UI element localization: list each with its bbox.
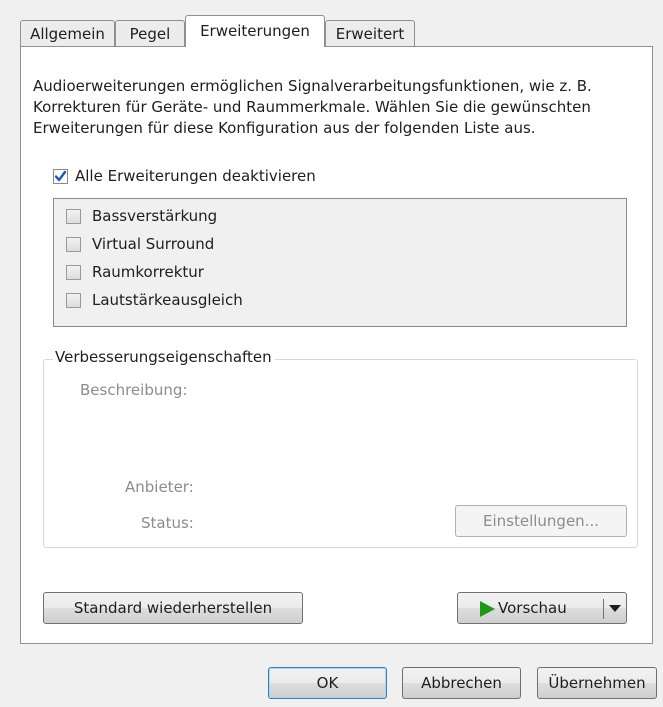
description-label: Beschreibung: <box>80 381 188 399</box>
checkbox[interactable] <box>66 264 81 280</box>
chevron-down-icon[interactable] <box>609 605 621 612</box>
preview-button[interactable]: Vorschau <box>457 592 627 624</box>
description-line: Erweiterungen für diese Konfiguration au… <box>33 119 536 137</box>
list-item-raumkorrektur[interactable]: Raumkorrektur <box>66 261 204 283</box>
restore-defaults-button[interactable]: Standard wiederherstellen <box>43 592 303 624</box>
list-item-lautstaerkeausgleich[interactable]: Lautstärkeausgleich <box>66 289 243 311</box>
preview-label: Vorschau <box>498 599 567 617</box>
split-divider <box>603 599 604 619</box>
checkbox[interactable] <box>66 208 81 224</box>
list-item-bassverstaerkung[interactable]: Bassverstärkung <box>66 205 217 227</box>
tab-allgemein[interactable]: Allgemein <box>20 20 115 47</box>
check-mark-icon <box>54 170 67 181</box>
settings-button[interactable]: Einstellungen... <box>455 505 627 537</box>
checkbox[interactable] <box>66 236 81 252</box>
checkbox-checked[interactable] <box>53 168 68 184</box>
status-label: Status: <box>141 514 194 532</box>
description-line: Audioerweiterungen ermöglichen Signalver… <box>33 77 592 95</box>
disable-all-label: Alle Erweiterungen deaktivieren <box>75 167 316 185</box>
properties-group-title: Verbesserungseigenschaften <box>53 348 275 366</box>
disable-all-checkbox[interactable]: Alle Erweiterungen deaktivieren <box>53 165 316 187</box>
description-text: Audioerweiterungen ermöglichen Signalver… <box>33 76 653 139</box>
enhancement-list: Bassverstärkung Virtual Surround Raumkor… <box>53 198 627 327</box>
list-item-label: Bassverstärkung <box>92 207 218 225</box>
cancel-button[interactable]: Abbrechen <box>402 667 521 699</box>
apply-button[interactable]: Übernehmen <box>537 667 657 699</box>
ok-button[interactable]: OK <box>268 667 387 699</box>
provider-label: Anbieter: <box>125 478 194 496</box>
tab-erweiterungen[interactable]: Erweiterungen <box>185 15 325 47</box>
list-item-label: Virtual Surround <box>92 235 215 253</box>
play-icon <box>480 601 495 617</box>
checkbox[interactable] <box>66 292 81 308</box>
list-item-virtual-surround[interactable]: Virtual Surround <box>66 233 214 255</box>
tab-erweitert[interactable]: Erweitert <box>325 20 415 47</box>
description-line: Korrekturen für Geräte- und Raummerkmale… <box>33 98 591 116</box>
tab-pegel[interactable]: Pegel <box>115 20 185 47</box>
list-item-label: Lautstärkeausgleich <box>92 291 243 309</box>
list-item-label: Raumkorrektur <box>92 263 204 281</box>
